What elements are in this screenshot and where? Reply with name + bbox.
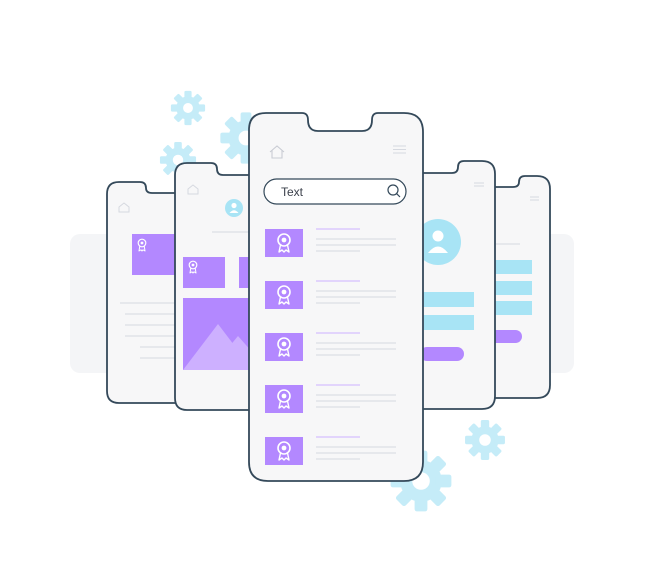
- award-ribbon-icon: [264, 332, 304, 362]
- award-ribbon-icon: [264, 436, 304, 466]
- award-ribbon-icon: [264, 280, 304, 310]
- award-ribbon-icon: [264, 384, 304, 414]
- gear-icon: [170, 90, 206, 126]
- award-card: [183, 257, 225, 288]
- phone-back-right: [414, 160, 496, 410]
- award-card: [132, 234, 176, 275]
- submit-button: [420, 347, 464, 361]
- form-field: [420, 292, 474, 307]
- search-bar[interactable]: Text: [263, 178, 407, 205]
- form-field: [420, 315, 474, 330]
- phone-front: Text: [248, 112, 424, 482]
- search-input-text: Text: [281, 185, 304, 199]
- award-ribbon-icon: [264, 228, 304, 258]
- user-avatar-icon: [225, 199, 243, 217]
- mobile-screens-illustration: Text: [70, 90, 574, 512]
- form-field: [492, 260, 532, 274]
- form-field: [492, 281, 532, 295]
- gear-icon: [465, 420, 505, 460]
- form-field: [492, 301, 532, 315]
